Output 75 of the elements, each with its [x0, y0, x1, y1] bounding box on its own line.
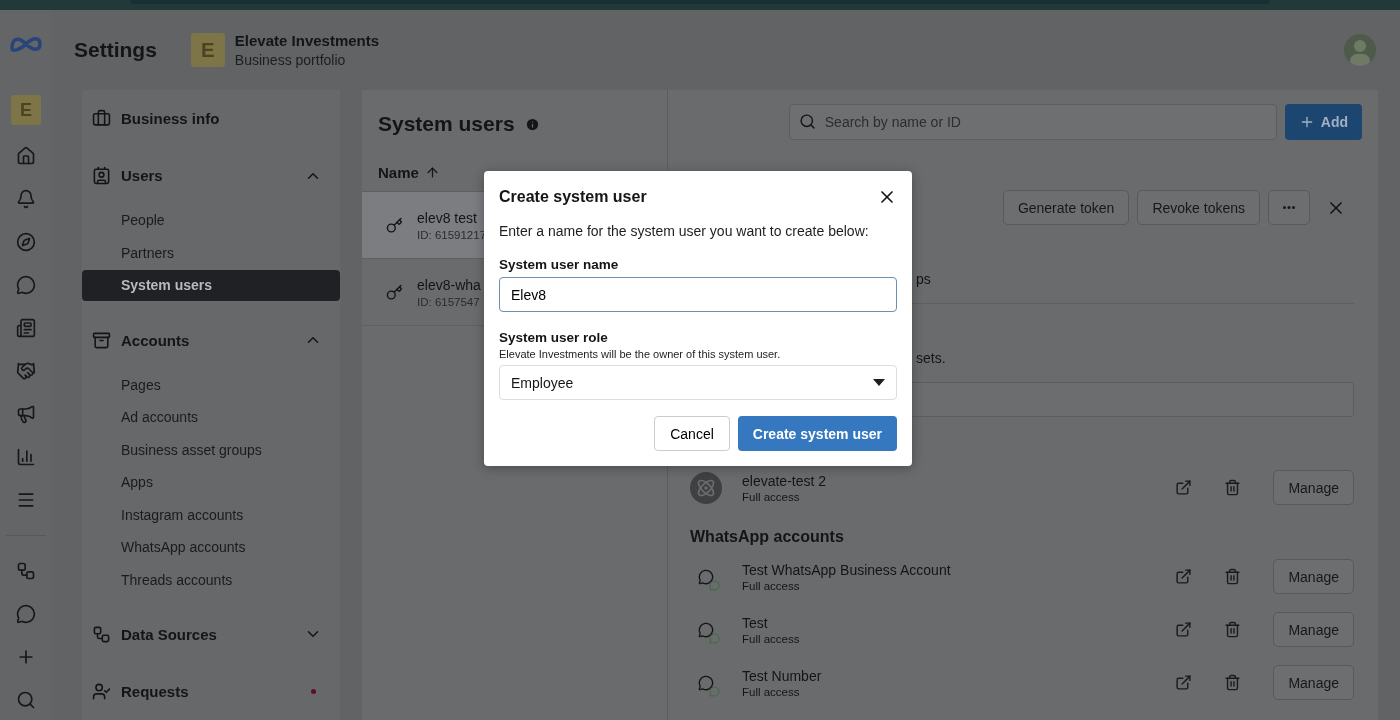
more-icon	[1283, 206, 1295, 209]
sidebar-section[interactable]: Requests	[82, 662, 340, 720]
external-link-icon[interactable]	[1175, 621, 1193, 638]
sidebar-section[interactable]: Business info	[82, 90, 340, 148]
info-icon[interactable]	[524, 116, 540, 132]
list-title: System users	[378, 112, 515, 136]
sidebar-item[interactable]: Partners	[82, 237, 340, 269]
sidebar-item[interactable]: WhatsApp accounts	[82, 531, 340, 563]
page-title: Settings	[74, 38, 157, 62]
section-icon	[92, 624, 111, 644]
sidebar-item[interactable]: People	[82, 205, 340, 236]
app-icon	[690, 471, 722, 504]
external-link-icon[interactable]	[1175, 568, 1193, 585]
compass-icon[interactable]	[14, 230, 38, 254]
external-link-icon[interactable]	[1175, 479, 1193, 496]
sidebar-section[interactable]: Data Sources	[82, 605, 340, 663]
section-icon	[92, 330, 111, 350]
access-level: Full access	[742, 490, 801, 503]
token-button[interactable]: Generate token	[1002, 190, 1130, 225]
add-button[interactable]: Add	[1284, 104, 1362, 140]
search-icon	[798, 113, 816, 130]
access-level: Full access	[742, 632, 800, 645]
access-level: Full access	[742, 579, 801, 592]
cancel-button[interactable]: Cancel	[654, 416, 730, 451]
user-name: elev8-wha	[417, 276, 481, 293]
sidebar-item[interactable]: Threads accounts	[82, 564, 340, 595]
sidebar-item[interactable]: Apps	[82, 467, 340, 498]
token-button[interactable]: Revoke tokens	[1137, 190, 1260, 225]
name-field[interactable]: Elev8	[499, 277, 897, 312]
section-icon	[92, 682, 111, 701]
portfolio-type: Business portfolio	[234, 52, 347, 68]
partial-text: sets.	[916, 350, 946, 366]
sidebar-item[interactable]: Pages	[82, 369, 340, 401]
asset-name: elevate-test 2	[742, 472, 827, 489]
sidebar-section[interactable]: Accounts	[82, 311, 340, 369]
delete-icon[interactable]	[1224, 568, 1242, 585]
delete-icon[interactable]	[1224, 621, 1242, 638]
field-label: System user role	[499, 330, 609, 345]
whatsapp-icon[interactable]	[14, 602, 38, 626]
delete-icon[interactable]	[1224, 479, 1242, 496]
asset-name: Test WhatsApp Business Account	[742, 561, 951, 578]
search-field[interactable]: Search by name or ID	[788, 104, 1277, 140]
user-name: elev8 test	[417, 209, 478, 226]
create-button[interactable]: Create system user	[737, 416, 897, 451]
delete-icon[interactable]	[1224, 674, 1242, 691]
partial-text: ps	[916, 271, 931, 287]
portfolio-name: Elevate Investments	[234, 32, 380, 49]
manage-button[interactable]: Manage	[1273, 612, 1354, 647]
dialog-title: Create system user	[499, 188, 647, 206]
manage-button[interactable]: Manage	[1273, 559, 1354, 594]
asset-name: Test	[742, 614, 769, 631]
sidebar-section[interactable]: Users	[82, 147, 340, 205]
section-icon	[92, 109, 111, 128]
key-icon	[386, 283, 403, 301]
chat-icon[interactable]	[14, 273, 38, 297]
field-label: System user name	[499, 257, 620, 272]
caret-icon	[873, 379, 885, 386]
sidebar-item[interactable]: Ad accounts	[82, 402, 340, 433]
sidebar-item[interactable]: Business asset groups	[82, 434, 340, 465]
key-icon	[386, 216, 403, 234]
manage-button[interactable]: Manage	[1273, 470, 1354, 505]
sidebar-item[interactable]: System users	[82, 270, 340, 301]
section-icon	[92, 166, 111, 186]
user-id: ID: 61591217	[417, 228, 487, 241]
role-dropdown[interactable]: Employee	[499, 365, 897, 400]
sidebar-item[interactable]: Instagram accounts	[82, 499, 340, 530]
pages-icon[interactable]	[14, 316, 38, 340]
user-id: ID: 6157547	[417, 295, 481, 308]
field-hint: Elevate Investments will be the owner of this system user.	[499, 348, 782, 360]
dialog-description: Enter a name for the system user you want to create below:	[499, 223, 870, 239]
asset-name: Test Number	[742, 667, 822, 684]
manage-button[interactable]: Manage	[1273, 665, 1354, 700]
external-link-icon[interactable]	[1175, 674, 1193, 691]
access-level: Full access	[742, 685, 801, 698]
section-heading: WhatsApp accounts	[690, 528, 845, 546]
